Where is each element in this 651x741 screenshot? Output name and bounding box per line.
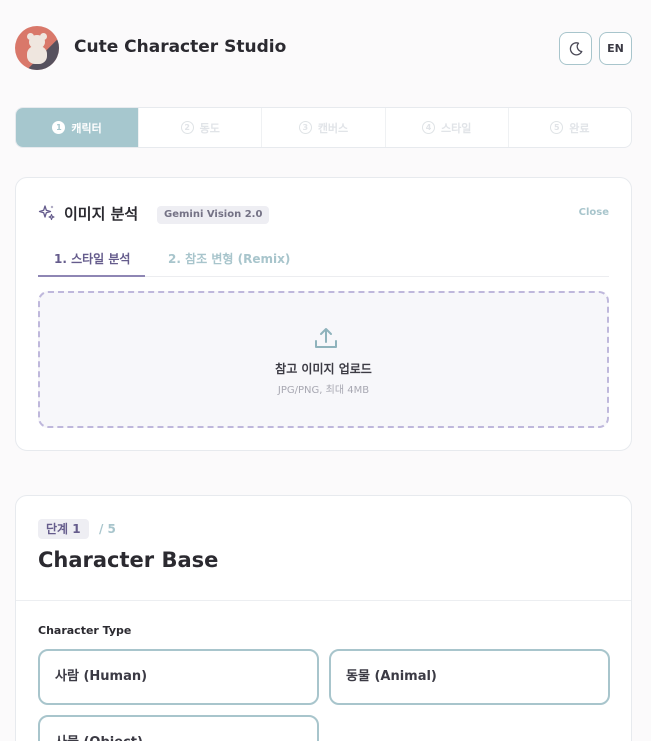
avatar [15,26,59,70]
upload-dropzone[interactable]: 참고 이미지 업로드 JPG/PNG, 최대 4MB [38,291,609,428]
active-tab-indicator [38,275,145,277]
option-human[interactable]: 사람 (Human) [38,649,319,705]
progress-stepper: 1 캐릭터 2 동도 3 캔버스 4 스타일 5 완료 [15,107,632,148]
upload-hint: JPG/PNG, 최대 4MB [277,385,370,396]
step-number: 3 [298,121,312,134]
step-label: 완료 [569,121,590,135]
step-1[interactable]: 1 캐릭터 [16,108,140,147]
step-5[interactable]: 5 완료 [509,108,631,147]
step-label: 동도 [199,121,220,135]
divider [16,600,631,601]
tab-remix[interactable]: 2. 참조 변형 (Remix) [168,250,290,267]
step-badge: 단계 1 [38,519,89,539]
image-analysis-panel: 이미지 분석 Gemini Vision 2.0 Close 1. 스타일 분석… [15,177,632,451]
upload-title: 참고 이미지 업로드 [275,362,372,376]
step-number: 2 [180,121,194,134]
section-title: Character Base [38,548,219,572]
step-number: 4 [422,121,436,134]
moon-icon [569,41,582,55]
character-type-label: Character Type [38,624,132,637]
close-button[interactable]: Close [579,207,609,218]
analysis-tabs: 1. 스타일 분석 2. 참조 변형 (Remix) [38,240,609,277]
step-2[interactable]: 2 동도 [139,108,263,147]
step-4[interactable]: 4 스타일 [386,108,509,147]
upload-icon [315,328,337,348]
step-number: 1 [52,121,66,134]
option-animal[interactable]: 동물 (Animal) [329,649,610,705]
tab-style-analysis[interactable]: 1. 스타일 분석 [54,250,130,267]
character-base-panel: 단계 1 / 5 Character Base Character Type 사… [15,495,632,741]
option-object[interactable]: 사물 (Object) [38,715,319,741]
language-button[interactable]: EN [599,32,632,65]
app-title: Cute Character Studio [74,37,287,57]
step-label: 스타일 [441,121,472,135]
app-header: Cute Character Studio EN [0,0,651,98]
step-label: 캔버스 [317,121,349,135]
sparkle-icon [38,205,55,221]
model-badge: Gemini Vision 2.0 [157,206,270,224]
step-number: 5 [550,121,564,134]
theme-toggle-button[interactable] [559,32,592,65]
step-total: / 5 [99,522,116,536]
panel-title: 이미지 분석 [64,205,139,223]
step-label: 캐릭터 [71,121,102,135]
step-3[interactable]: 3 캔버스 [262,108,386,147]
